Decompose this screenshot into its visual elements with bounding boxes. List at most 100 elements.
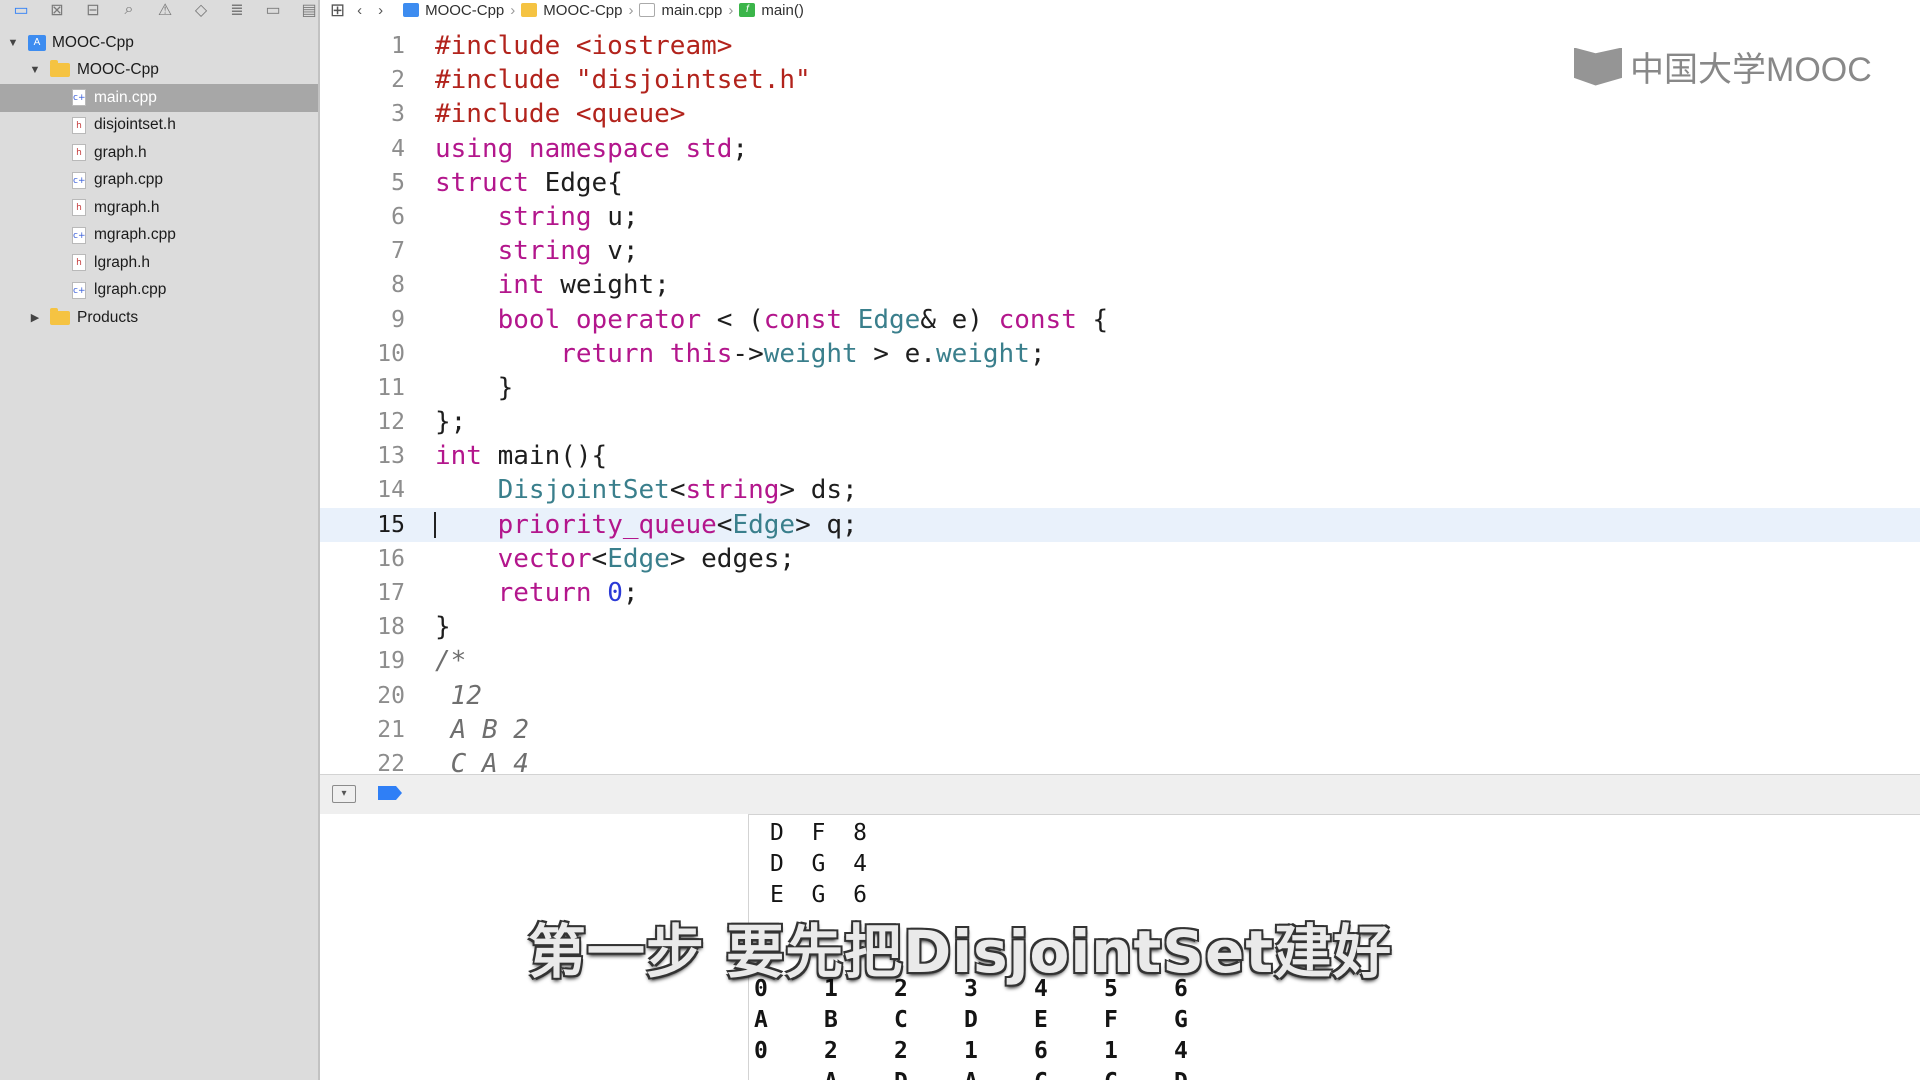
- code-line[interactable]: 15 priority_queue<Edge> q;: [320, 507, 1920, 542]
- disclosure-open-icon[interactable]: ▼: [6, 37, 20, 49]
- watermark-text: 中国大学MOOC: [1630, 51, 1872, 89]
- line-number: 6: [391, 203, 405, 230]
- code-line[interactable]: 6 string u;: [320, 200, 1920, 234]
- console-table-cell: A: [964, 1069, 1034, 1080]
- line-number: 18: [377, 614, 405, 641]
- breadcrumb-item[interactable]: MOOC-Cpp: [403, 2, 504, 19]
- breadcrumb-label: main(): [761, 1, 804, 19]
- line-number: 22: [377, 750, 405, 774]
- search-icon[interactable]: ⌕: [114, 1, 144, 19]
- code-line[interactable]: 17 return 0;: [320, 576, 1920, 610]
- code-text: A B 2: [435, 714, 529, 745]
- code-line[interactable]: 12};: [320, 405, 1920, 439]
- code-line[interactable]: 7 string v;: [320, 234, 1920, 268]
- breadcrumb-label: MOOC-Cpp: [425, 1, 505, 19]
- video-subtitle: 第一步 要先把DisjointSet建好: [527, 918, 1393, 986]
- console-table-cell: D: [964, 1007, 978, 1033]
- code-text: return this->weight > e.weight;: [560, 338, 1046, 369]
- console-table-cell: C: [1034, 1069, 1104, 1080]
- code-line[interactable]: 21 A B 2: [320, 713, 1920, 747]
- related-items-icon[interactable]: ⊞: [330, 0, 345, 21]
- console-table-cell: 4: [1174, 1038, 1188, 1064]
- file-tree-item[interactable]: h graph.h: [0, 139, 318, 167]
- header-file-icon: h: [72, 254, 86, 272]
- code-line[interactable]: 4 using namespace std;: [320, 132, 1920, 166]
- code-line[interactable]: 5 struct Edge{: [320, 166, 1920, 200]
- header-file-icon: h: [72, 199, 86, 217]
- warning-icon[interactable]: ⚠: [150, 0, 180, 20]
- code-text: bool operator < (const Edge& e) const {: [497, 304, 1109, 335]
- file-tree-item[interactable]: c+ mgraph.cpp: [0, 222, 318, 250]
- file-tree-label: graph.cpp: [94, 171, 163, 189]
- source-control-icon[interactable]: ⊠: [42, 0, 72, 20]
- code-line[interactable]: 11 }: [320, 371, 1920, 405]
- back-button[interactable]: ‹: [357, 2, 362, 19]
- console-table-cell: 6: [1034, 1038, 1048, 1064]
- breadcrumb-item[interactable]: main.cpp: [639, 2, 722, 19]
- code-text: };: [435, 407, 467, 438]
- file-tree-item[interactable]: c+ main.cpp: [0, 84, 318, 112]
- console-table-cell: -: [754, 1069, 824, 1080]
- file-tree-label: disjointset.h: [94, 116, 176, 134]
- code-line[interactable]: 3 #include <queue>: [320, 97, 1920, 131]
- line-number: 12: [377, 409, 405, 436]
- console-table-cell: 2: [824, 1038, 838, 1064]
- code-line[interactable]: 9 bool operator < (const Edge& e) const …: [320, 303, 1920, 337]
- code-line[interactable]: 19 /*: [320, 644, 1920, 678]
- code-line[interactable]: 16 vector<Edge> edges;: [320, 542, 1920, 576]
- file-tree-item[interactable]: ▼ A MOOC-Cpp: [0, 29, 318, 57]
- file-tree-item[interactable]: c+ lgraph.cpp: [0, 277, 318, 305]
- disclosure-open-icon[interactable]: ▼: [28, 64, 42, 76]
- code-line[interactable]: 13 int main(){: [320, 439, 1920, 473]
- hide-debug-area-icon[interactable]: ▾: [332, 785, 356, 803]
- code-text: #include "disjointset.h": [435, 65, 811, 96]
- debug-icon[interactable]: ≣: [222, 0, 252, 20]
- mooc-logo-icon: [1574, 47, 1622, 86]
- code-line[interactable]: 8 int weight;: [320, 268, 1920, 302]
- file-tree-item[interactable]: ▶ Products: [0, 304, 318, 332]
- folder-icon[interactable]: ▭: [6, 0, 36, 20]
- breadcrumb-item[interactable]: MOOC-Cpp: [521, 2, 622, 19]
- console-table-cell: G: [1174, 1007, 1188, 1033]
- breakpoint-icon[interactable]: ▭: [258, 0, 288, 20]
- disclosure-closed-icon[interactable]: ▶: [28, 311, 42, 324]
- code-text: string v;: [497, 236, 639, 267]
- file-tree-label: MOOC-Cpp: [77, 61, 159, 79]
- code-text: return 0;: [497, 578, 639, 608]
- folder-icon: [50, 307, 70, 325]
- console-table-cell: 1: [1104, 1038, 1118, 1064]
- file-tree-label: graph.h: [94, 143, 147, 161]
- forward-button[interactable]: ›: [378, 2, 383, 19]
- file-tree-label: lgraph.cpp: [94, 281, 167, 299]
- line-number: 19: [377, 648, 405, 675]
- file-tree-item[interactable]: c+ graph.cpp: [0, 167, 318, 195]
- code-text: using namespace std;: [435, 133, 764, 164]
- breakpoints-toggle-icon[interactable]: [378, 786, 402, 800]
- console-table-cell: F: [1104, 1007, 1118, 1033]
- code-text: 12: [435, 680, 482, 711]
- breadcrumb-item[interactable]: f main(): [739, 2, 804, 19]
- test-icon[interactable]: ◇: [186, 0, 216, 20]
- code-line[interactable]: 14 DisjointSet<string> ds;: [320, 473, 1920, 507]
- hierarchy-icon[interactable]: ⊟: [78, 0, 108, 20]
- code-text: #include <iostream>: [435, 31, 733, 61]
- code-line[interactable]: 22 C A 4: [320, 747, 1920, 774]
- line-number: 5: [391, 169, 405, 196]
- code-text: int weight;: [497, 270, 670, 301]
- line-number: 8: [391, 272, 405, 299]
- line-number: 21: [377, 716, 405, 743]
- code-line[interactable]: 18}: [320, 610, 1920, 644]
- file-tree-item[interactable]: ▼ MOOC-Cpp: [0, 57, 318, 85]
- file-tree-item[interactable]: h disjointset.h: [0, 112, 318, 140]
- file-tree-item[interactable]: h mgraph.h: [0, 194, 318, 222]
- function-icon: f: [739, 3, 756, 17]
- file-tree-item[interactable]: h lgraph.h: [0, 249, 318, 277]
- line-number: 7: [391, 238, 405, 265]
- file-tree-label: main.cpp: [94, 88, 157, 106]
- code-line[interactable]: 20 12: [320, 679, 1920, 713]
- file-tree-label: MOOC-Cpp: [52, 33, 134, 51]
- code-editor[interactable]: 1 #include <iostream> 2 #include "disjoints…: [320, 29, 1920, 774]
- header-file-icon: h: [72, 144, 86, 162]
- console-table-cell: E: [1034, 1007, 1048, 1033]
- code-line[interactable]: 10 return this->weight > e.weight;: [320, 337, 1920, 371]
